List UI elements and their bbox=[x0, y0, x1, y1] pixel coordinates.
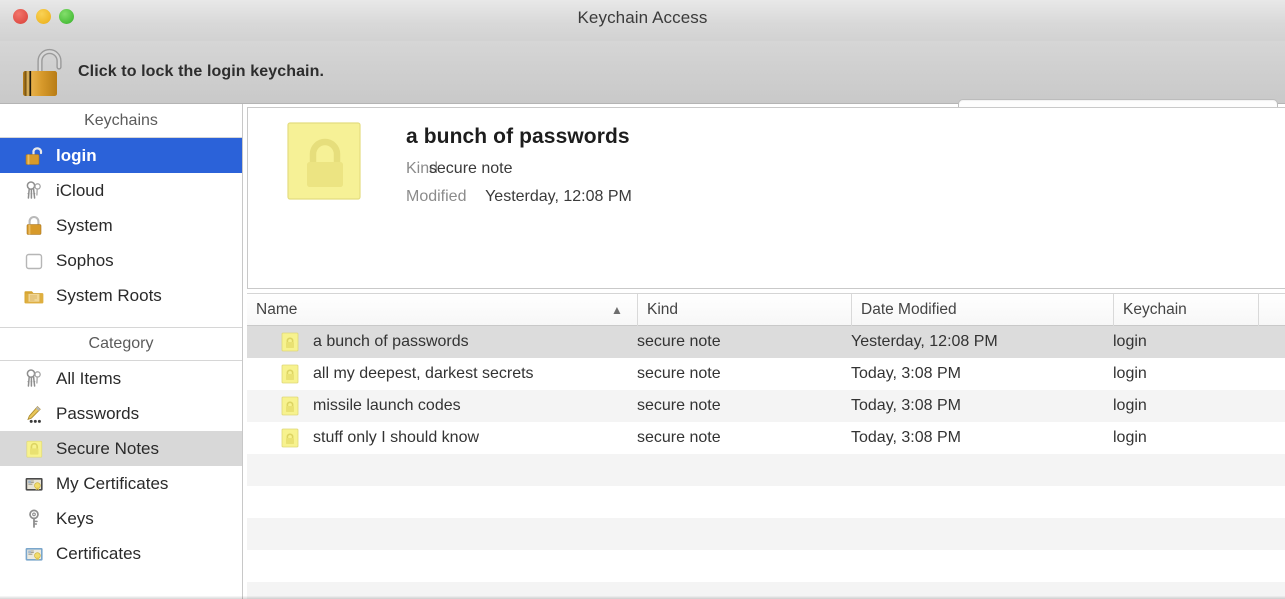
cell-name: all my deepest, darkest secrets bbox=[247, 364, 534, 384]
table-row[interactable]: stuff only I should know secure note Tod… bbox=[247, 422, 1285, 454]
table-row-empty bbox=[247, 550, 1285, 582]
sidebar: Keychains login iCloud System Sophos Sys… bbox=[0, 104, 243, 599]
pencil-dots-icon bbox=[22, 402, 46, 426]
caret-up-icon: ▲ bbox=[611, 303, 623, 317]
sidebar-item-label: Keys bbox=[56, 508, 94, 528]
cell-keychain: login bbox=[1113, 429, 1147, 446]
cell-name: missile launch codes bbox=[247, 396, 461, 416]
sidebar-item-sophos[interactable]: Sophos bbox=[0, 243, 242, 278]
table-row[interactable]: a bunch of passwords secure note Yesterd… bbox=[247, 326, 1285, 358]
sidebar-group-keychains-header: Keychains bbox=[0, 104, 242, 138]
cell-date: Today, 3:08 PM bbox=[851, 365, 961, 382]
sidebar-item-label: All Items bbox=[56, 368, 122, 388]
keyring-icon bbox=[22, 179, 46, 203]
table-row-empty bbox=[247, 454, 1285, 486]
cell-date: Yesterday, 12:08 PM bbox=[851, 333, 998, 350]
sidebar-item-login[interactable]: login bbox=[0, 138, 242, 173]
detail-modified-label: Modified bbox=[406, 188, 467, 205]
certificate-blue-icon bbox=[22, 542, 46, 566]
sidebar-item-label: My Certificates bbox=[56, 473, 169, 493]
yellow-note-lock-icon bbox=[281, 396, 299, 416]
sidebar-item-label: System bbox=[56, 215, 113, 235]
table-row-empty bbox=[247, 486, 1285, 518]
detail-modified-row: Modified Yesterday, 12:08 PM bbox=[406, 188, 632, 206]
empty-square-icon bbox=[22, 249, 46, 273]
sidebar-item-label: Certificates bbox=[56, 543, 142, 563]
lock-keychain-button[interactable] bbox=[14, 45, 70, 101]
cell-kind: secure note bbox=[637, 333, 721, 350]
items-table: Name ▲ Kind Date Modified Keychain a bun… bbox=[247, 293, 1285, 599]
column-header-date-modified[interactable]: Date Modified bbox=[851, 294, 1113, 326]
cell-keychain: login bbox=[1113, 365, 1147, 382]
column-header-keychain[interactable]: Keychain bbox=[1113, 294, 1285, 326]
item-detail-pane: a bunch of passwords Kind secure note Mo… bbox=[247, 107, 1285, 289]
sidebar-item-certificates[interactable]: Certificates bbox=[0, 536, 242, 571]
sidebar-item-passwords[interactable]: Passwords bbox=[0, 396, 242, 431]
folder-icon bbox=[22, 284, 46, 308]
detail-title: a bunch of passwords bbox=[406, 125, 630, 148]
column-header-kind[interactable]: Kind bbox=[637, 294, 851, 326]
keychain-access-window: Keychain Access Click to lock the login … bbox=[0, 0, 1285, 599]
column-header-name[interactable]: Name bbox=[247, 294, 637, 326]
open-padlock-icon bbox=[23, 48, 62, 96]
cell-date: Today, 3:08 PM bbox=[851, 397, 961, 414]
detail-kind-value: secure note bbox=[428, 160, 513, 177]
table-row[interactable]: all my deepest, darkest secrets secure n… bbox=[247, 358, 1285, 390]
yellow-note-lock-icon bbox=[281, 332, 299, 352]
sidebar-item-label: Sophos bbox=[56, 250, 114, 270]
detail-kind-row: Kind secure note bbox=[406, 160, 513, 177]
certificate-dark-icon bbox=[22, 472, 46, 496]
sidebar-item-system[interactable]: System bbox=[0, 208, 242, 243]
cell-kind: secure note bbox=[637, 397, 721, 414]
sidebar-item-all-items[interactable]: All Items bbox=[0, 361, 242, 396]
toolbar: Click to lock the login keychain. bbox=[0, 41, 1285, 132]
sidebar-group-category-header: Category bbox=[0, 327, 242, 361]
sidebar-item-keys[interactable]: Keys bbox=[0, 501, 242, 536]
sidebar-item-secure-notes[interactable]: Secure Notes bbox=[0, 431, 242, 466]
sidebar-item-label: System Roots bbox=[56, 285, 162, 305]
sidebar-item-icloud[interactable]: iCloud bbox=[0, 173, 242, 208]
cell-kind: secure note bbox=[637, 365, 721, 382]
sidebar-item-my-certificates[interactable]: My Certificates bbox=[0, 466, 242, 501]
cell-kind: secure note bbox=[637, 429, 721, 446]
cell-name: stuff only I should know bbox=[247, 428, 479, 448]
cell-keychain: login bbox=[1113, 397, 1147, 414]
table-row-empty bbox=[247, 518, 1285, 550]
keyring-icon bbox=[22, 367, 46, 391]
closed-padlock-icon bbox=[22, 214, 46, 238]
cell-keychain: login bbox=[1113, 333, 1147, 350]
sidebar-item-label: Secure Notes bbox=[56, 438, 159, 458]
open-padlock-icon bbox=[22, 144, 46, 168]
table-row[interactable]: missile launch codes secure note Today, … bbox=[247, 390, 1285, 422]
yellow-note-lock-icon bbox=[281, 364, 299, 384]
sidebar-item-label: login bbox=[56, 145, 97, 165]
title-bar: Keychain Access bbox=[0, 0, 1285, 41]
window-title: Keychain Access bbox=[577, 8, 708, 27]
cell-name: a bunch of passwords bbox=[247, 332, 469, 352]
sidebar-item-system-roots[interactable]: System Roots bbox=[0, 278, 242, 313]
table-header-row: Name ▲ Kind Date Modified Keychain bbox=[247, 293, 1285, 326]
lock-status-label: Click to lock the login keychain. bbox=[78, 63, 325, 80]
column-divider bbox=[1258, 293, 1259, 326]
key-icon bbox=[22, 507, 46, 531]
detail-modified-value: Yesterday, 12:08 PM bbox=[485, 188, 632, 205]
sidebar-item-label: Passwords bbox=[56, 403, 140, 423]
yellow-note-lock-icon bbox=[286, 121, 364, 203]
sidebar-item-label: iCloud bbox=[56, 180, 105, 200]
yellow-note-lock-icon bbox=[22, 437, 46, 461]
yellow-note-lock-icon bbox=[281, 428, 299, 448]
cell-date: Today, 3:08 PM bbox=[851, 429, 961, 446]
